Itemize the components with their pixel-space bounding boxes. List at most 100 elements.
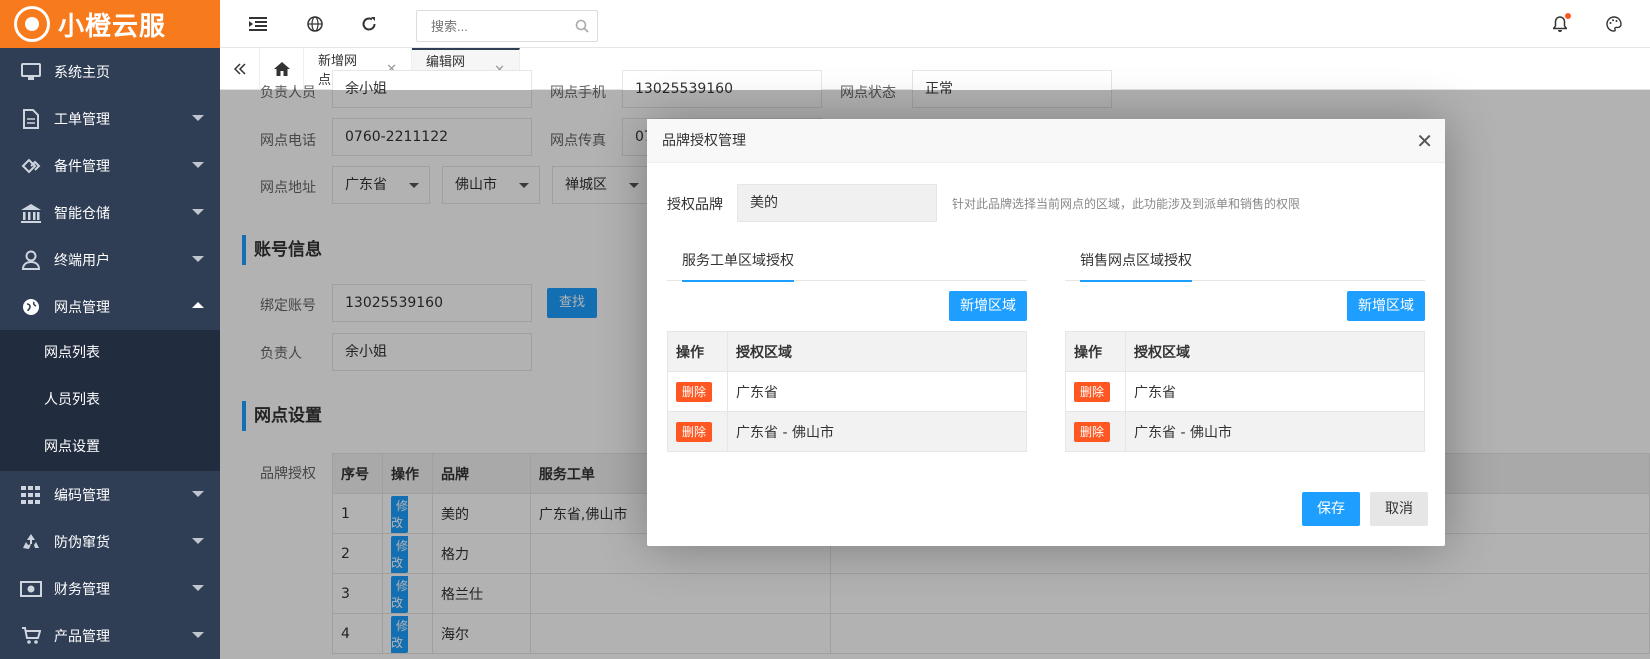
- notification-bell-icon[interactable]: [1550, 13, 1571, 34]
- sidebar-item-workorders[interactable]: 工单管理: [0, 95, 220, 142]
- chevron-down-icon: [192, 632, 204, 638]
- notification-dot: [1565, 13, 1571, 19]
- brand-auth-modal: 品牌授权管理 ✕ 授权品牌 美的 针对此品牌选择当前网点的区域，此功能涉及到派单…: [647, 119, 1445, 546]
- sidebar: 小橙云服 系统主页 工单管理 备件管理 智能仓储 终端用户 网点管理 网点列表 …: [0, 0, 220, 659]
- row-area: 广东省 - 佛山市: [727, 411, 1027, 452]
- service-area-panel: 服务工单区域授权 新增区域 操作 授权区域 删除 广东省 删除 广东省 - 佛山…: [667, 237, 1027, 452]
- chevron-up-icon: [192, 302, 204, 308]
- save-button[interactable]: 保存: [1302, 492, 1360, 526]
- delete-button[interactable]: 删除: [1074, 422, 1111, 442]
- close-icon[interactable]: ✕: [1416, 119, 1433, 163]
- table-row: 删除 广东省 - 佛山市: [1065, 411, 1425, 452]
- sidebar-item-products[interactable]: 产品管理: [0, 612, 220, 659]
- sidebar-item-label: 防伪窜货: [54, 534, 110, 551]
- table-header-row: 操作 授权区域: [1065, 331, 1425, 372]
- search-icon[interactable]: [575, 19, 589, 37]
- chevron-down-icon: [192, 115, 204, 121]
- chevron-down-icon: [192, 209, 204, 215]
- sidebar-item-label: 产品管理: [54, 628, 110, 645]
- row-area: 广东省: [1125, 371, 1425, 412]
- modal-title: 品牌授权管理: [662, 133, 746, 149]
- brand-hint: 针对此品牌选择当前网点的区域，此功能涉及到派单和销售的权限: [952, 197, 1301, 211]
- tab-service-area[interactable]: 服务工单区域授权: [667, 237, 1027, 282]
- sidebar-item-spare-parts[interactable]: 备件管理: [0, 142, 220, 189]
- user-icon: [20, 249, 42, 271]
- tab-sales-area[interactable]: 销售网点区域授权: [1065, 237, 1425, 282]
- warehouse-icon: [20, 202, 42, 224]
- sidebar-item-label: 编码管理: [54, 487, 110, 504]
- add-sales-area-button[interactable]: 新增区域: [1347, 291, 1425, 321]
- sidebar-submenu-outlets: 网点列表 人员列表 网点设置: [0, 330, 220, 471]
- logo[interactable]: 小橙云服: [0, 0, 220, 48]
- cart-icon: [20, 625, 42, 647]
- row-area: 广东省 - 佛山市: [1125, 411, 1425, 452]
- row-area: 广东省: [727, 371, 1027, 412]
- globe-icon: [20, 296, 42, 318]
- sidebar-item-finance[interactable]: 财务管理: [0, 565, 220, 612]
- sales-area-panel: 销售网点区域授权 新增区域 操作 授权区域 删除 广东省 删除 广东省 - 佛山…: [1065, 237, 1425, 452]
- modal-header: 品牌授权管理 ✕: [647, 119, 1445, 163]
- sidebar-item-label: 财务管理: [54, 581, 110, 598]
- top-bar: [220, 0, 1650, 48]
- cancel-button[interactable]: 取消: [1370, 492, 1428, 526]
- sidebar-item-codes[interactable]: 编码管理: [0, 471, 220, 518]
- chevron-down-icon: [192, 538, 204, 544]
- add-service-area-button[interactable]: 新增区域: [949, 291, 1027, 321]
- sidebar-item-label: 终端用户: [54, 252, 110, 269]
- logo-icon: [14, 6, 50, 42]
- search-input[interactable]: [417, 11, 567, 41]
- table-header: 操作: [667, 331, 728, 372]
- delete-button[interactable]: 删除: [676, 382, 713, 402]
- sales-area-table: 操作 授权区域 删除 广东省 删除 广东省 - 佛山市: [1065, 331, 1425, 452]
- search-box: [416, 10, 598, 42]
- row-action: 删除: [667, 411, 728, 452]
- home-icon: [273, 62, 290, 76]
- sidebar-item-home[interactable]: 系统主页: [0, 48, 220, 95]
- theme-palette-icon[interactable]: [1604, 14, 1624, 34]
- delete-button[interactable]: 删除: [676, 422, 713, 442]
- sidebar-subitem-outlet-list[interactable]: 网点列表: [0, 330, 220, 377]
- table-row: 删除 广东省 - 佛山市: [667, 411, 1027, 452]
- table-header: 授权区域: [1125, 331, 1425, 372]
- refresh-icon[interactable]: [359, 14, 379, 34]
- chevron-down-icon: [192, 585, 204, 591]
- table-row: 删除 广东省: [667, 371, 1027, 412]
- grid-icon: [20, 484, 42, 506]
- money-icon: [20, 578, 42, 600]
- tab-label: 销售网点区域授权: [1080, 250, 1192, 282]
- tab-label: 服务工单区域授权: [682, 250, 794, 282]
- recycle-icon: [20, 531, 42, 553]
- menu-collapse-icon[interactable]: [248, 14, 268, 34]
- table-row: 删除 广东省: [1065, 371, 1425, 412]
- sidebar-item-label: 工单管理: [54, 111, 110, 128]
- row-action: 删除: [667, 371, 728, 412]
- brand-label: 授权品牌: [667, 197, 723, 213]
- brand-field: 美的: [737, 184, 937, 222]
- sidebar-item-label: 智能仓储: [54, 205, 110, 222]
- spare-parts-icon: [20, 155, 42, 177]
- service-area-table: 操作 授权区域 删除 广东省 删除 广东省 - 佛山市: [667, 331, 1027, 452]
- sidebar-subitem-staff-list[interactable]: 人员列表: [0, 377, 220, 424]
- delete-button[interactable]: 删除: [1074, 382, 1111, 402]
- monitor-icon: [20, 61, 42, 83]
- table-header: 授权区域: [727, 331, 1027, 372]
- row-action: 删除: [1065, 411, 1126, 452]
- sidebar-item-label: 备件管理: [54, 158, 110, 175]
- chevron-down-icon: [192, 162, 204, 168]
- sidebar-item-anti-counterfeit[interactable]: 防伪窜货: [0, 518, 220, 565]
- chevron-down-icon: [192, 491, 204, 497]
- sidebar-item-outlets[interactable]: 网点管理: [0, 283, 220, 330]
- sidebar-subitem-outlet-settings[interactable]: 网点设置: [0, 424, 220, 471]
- tabs-scroll-left-icon[interactable]: [220, 48, 260, 90]
- sidebar-item-label: 网点管理: [54, 299, 110, 316]
- sidebar-item-end-users[interactable]: 终端用户: [0, 236, 220, 283]
- sidebar-item-warehouse[interactable]: 智能仓储: [0, 189, 220, 236]
- chevron-down-icon: [192, 256, 204, 262]
- sidebar-item-label: 系统主页: [54, 64, 110, 81]
- table-header: 操作: [1065, 331, 1126, 372]
- table-header-row: 操作 授权区域: [667, 331, 1027, 372]
- row-action: 删除: [1065, 371, 1126, 412]
- logo-text: 小橙云服: [58, 11, 167, 42]
- globe-icon[interactable]: [305, 14, 325, 34]
- document-icon: [20, 108, 42, 130]
